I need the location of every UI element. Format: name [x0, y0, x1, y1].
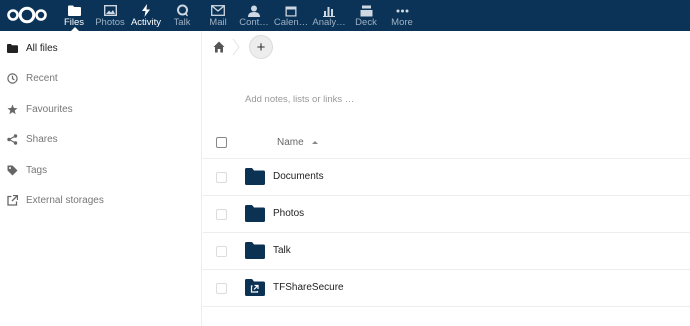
home-icon[interactable]: [213, 41, 225, 53]
row-checkbox[interactable]: [216, 283, 227, 294]
folder-icon: [245, 242, 265, 259]
file-row-talk[interactable]: Talk: [203, 233, 690, 270]
app-label: Talk: [173, 17, 191, 28]
folder-icon: [245, 205, 265, 222]
sidebar-item-external-storages[interactable]: External storages: [0, 186, 201, 217]
app-talk[interactable]: Talk: [164, 0, 200, 31]
nextcloud-logo[interactable]: [6, 5, 48, 25]
app-label: Photos: [95, 17, 125, 28]
file-name: Talk: [273, 245, 291, 256]
app-label: Calen…: [273, 17, 309, 28]
sidebar-item-label: External storages: [26, 195, 104, 207]
folder-icon: [245, 168, 265, 185]
app-mail[interactable]: Mail: [200, 0, 236, 31]
row-checkbox[interactable]: [216, 209, 227, 220]
navigation-sidebar: All files Recent Favourites Shares Tags …: [0, 31, 202, 326]
row-checkbox[interactable]: [216, 172, 227, 183]
share-icon: [6, 134, 18, 146]
file-list: Documents Photos Talk TFShareSecure: [203, 159, 690, 307]
star-icon: [6, 103, 18, 115]
tag-icon: [6, 164, 18, 176]
breadcrumb: +: [203, 31, 690, 63]
sidebar-item-tags[interactable]: Tags: [0, 155, 201, 186]
top-bar: Files Photos Activity Talk Mail Cont… Ca…: [0, 0, 690, 31]
sidebar-item-label: Shares: [26, 134, 58, 146]
app-label: Activity: [130, 17, 162, 28]
app-label: Deck: [355, 17, 377, 28]
app-deck[interactable]: Deck: [348, 0, 384, 31]
app-files[interactable]: Files: [56, 0, 92, 31]
sidebar-item-label: Recent: [26, 73, 58, 85]
app-label: Mail: [209, 17, 227, 28]
file-row-documents[interactable]: Documents: [203, 159, 690, 196]
plus-icon: +: [256, 38, 266, 56]
sidebar-item-label: All files: [26, 42, 58, 54]
file-name: Documents: [273, 171, 324, 182]
shared-folder-icon: [245, 279, 265, 296]
analytics-icon: [322, 4, 336, 17]
name-column-header[interactable]: Name: [277, 137, 304, 148]
sidebar-item-all-files[interactable]: All files: [0, 33, 201, 64]
app-more[interactable]: More: [384, 0, 420, 31]
sidebar-item-label: Tags: [26, 164, 48, 176]
calendar-icon: [284, 4, 298, 17]
chevron-right-icon: [232, 38, 240, 56]
contacts-icon: [247, 4, 261, 17]
app-analytics[interactable]: Analy…: [310, 0, 348, 31]
mail-icon: [211, 4, 225, 17]
select-all-checkbox[interactable]: [216, 137, 227, 148]
file-name: Photos: [273, 208, 305, 219]
sidebar-item-favourites[interactable]: Favourites: [0, 94, 201, 125]
file-row-photos[interactable]: Photos: [203, 196, 690, 233]
folder-icon: [67, 4, 81, 17]
file-name: TFShareSecure: [273, 282, 344, 293]
sidebar-item-recent[interactable]: Recent: [0, 64, 201, 95]
app-label: Files: [63, 17, 85, 28]
app-contacts[interactable]: Cont…: [236, 0, 272, 31]
app-photos[interactable]: Photos: [92, 0, 128, 31]
files-main-area: + Add notes, lists or links … Name Docum…: [203, 31, 690, 326]
app-activity[interactable]: Activity: [128, 0, 164, 31]
app-label: Analy…: [312, 17, 346, 28]
app-calendar[interactable]: Calen…: [272, 0, 310, 31]
deck-icon: [359, 4, 373, 17]
folder-icon: [6, 42, 18, 54]
clock-icon: [6, 73, 18, 85]
file-list-header: Name: [203, 127, 690, 159]
row-checkbox[interactable]: [216, 246, 227, 257]
sidebar-item-shares[interactable]: Shares: [0, 125, 201, 156]
new-file-button[interactable]: +: [249, 35, 273, 59]
app-menu: Files Photos Activity Talk Mail Cont… Ca…: [56, 0, 420, 31]
sidebar-item-label: Favourites: [26, 103, 73, 115]
lightning-icon: [139, 4, 153, 17]
rich-workspace-notes[interactable]: Add notes, lists or links …: [245, 94, 354, 105]
sort-ascending-icon: [312, 141, 318, 144]
external-link-icon: [6, 195, 18, 207]
file-row-tfsharesecure[interactable]: TFShareSecure: [203, 270, 690, 307]
image-icon: [103, 4, 117, 17]
app-label: More: [391, 17, 413, 28]
app-label: Cont…: [239, 17, 269, 28]
more-icon: [395, 4, 409, 17]
talk-icon: [175, 4, 189, 17]
